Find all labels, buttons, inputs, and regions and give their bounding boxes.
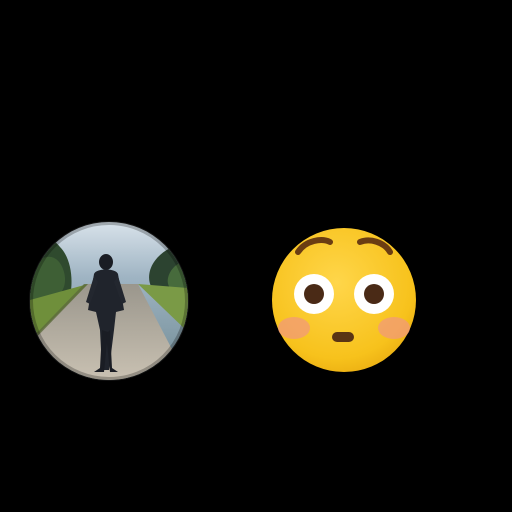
avatar-photo — [30, 222, 188, 380]
screen — [0, 0, 512, 512]
avatar[interactable] — [30, 222, 188, 380]
flushed-face-icon — [270, 226, 418, 374]
